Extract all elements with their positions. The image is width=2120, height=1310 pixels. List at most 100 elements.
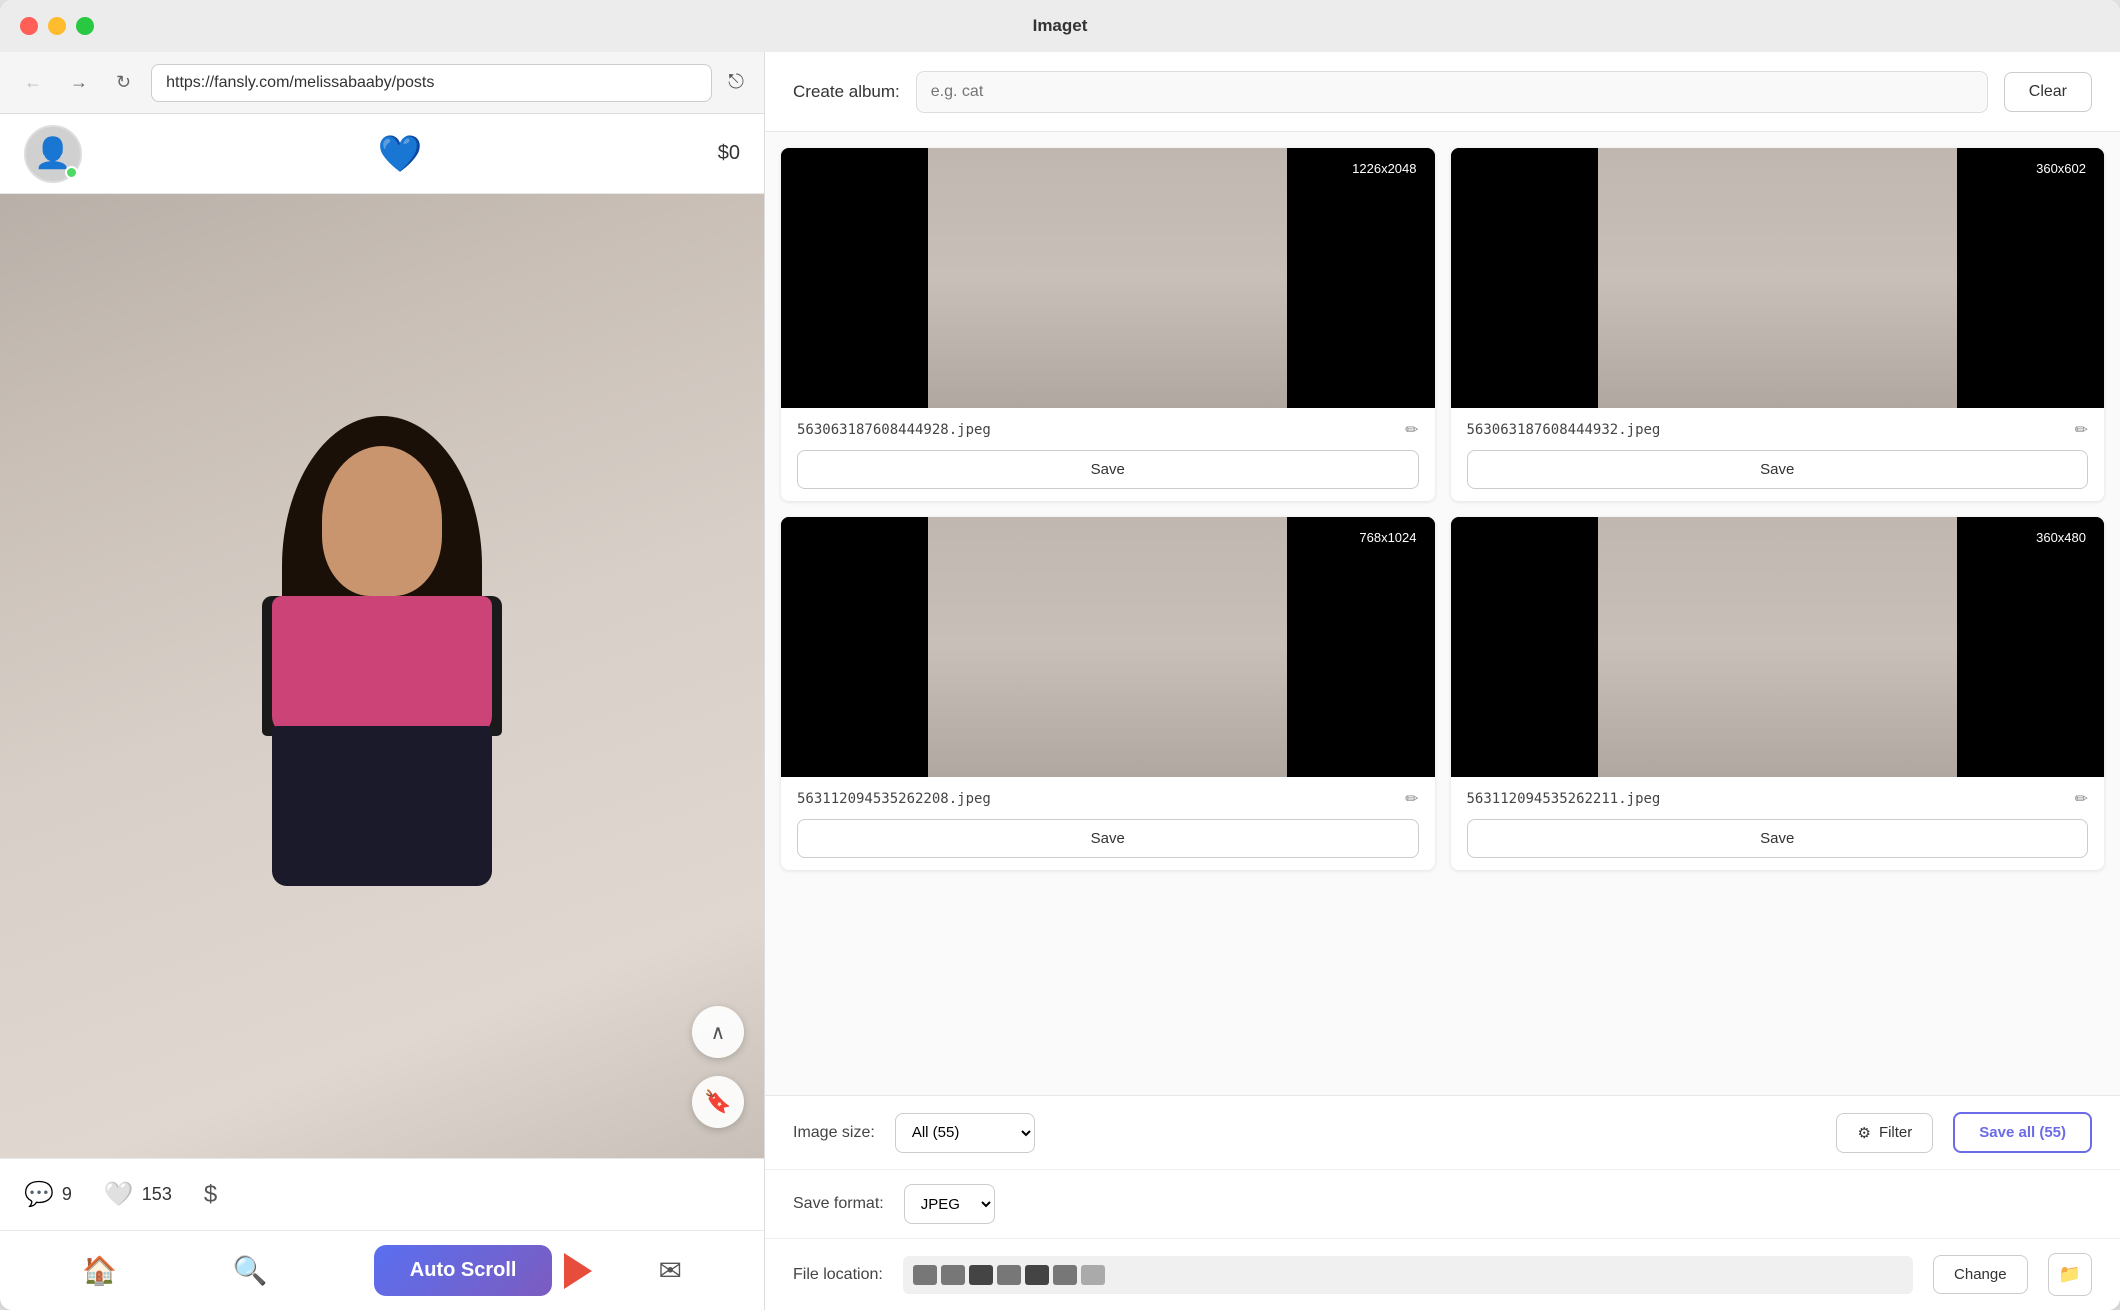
edit-icon[interactable]: ✏ [1405, 789, 1418, 809]
image-bg [781, 148, 1435, 408]
back-button[interactable]: ← [16, 68, 50, 97]
forward-button[interactable]: → [62, 68, 96, 97]
image-card-bottom: 563112094535262211.jpeg ✏ Save [1451, 777, 2105, 870]
comment-icon: 💬 [24, 1180, 54, 1209]
comments-action[interactable]: 💬 9 [24, 1180, 72, 1209]
window-title: Imaget [1033, 16, 1088, 36]
home-nav-item[interactable]: 🏠 [72, 1244, 127, 1297]
heart-icon: 🤍 [104, 1180, 134, 1209]
browser-panel: ← → ↻ ⎋ 👤 💙 $0 [0, 52, 765, 1310]
folder-button[interactable]: 📁 [2048, 1253, 2092, 1296]
top-garment [272, 596, 492, 736]
path-segment [997, 1265, 1021, 1285]
edit-icon[interactable]: ✏ [1405, 420, 1418, 440]
format-select[interactable]: JPEG PNG WEBP [904, 1184, 995, 1224]
search-nav-item[interactable]: 🔍 [223, 1244, 278, 1297]
tip-action[interactable]: $ [204, 1181, 217, 1209]
comments-count: 9 [62, 1184, 72, 1205]
footer-row-format: Save format: JPEG PNG WEBP [765, 1170, 2120, 1239]
filter-button[interactable]: ⚙ Filter [1836, 1113, 1933, 1153]
bookmark-button[interactable]: 🔖 [692, 1076, 744, 1128]
filename-row: 563112094535262211.jpeg ✏ [1467, 789, 2089, 809]
minimize-button[interactable] [48, 17, 66, 35]
image-card: 360x602 563063187608444932.jpeg ✏ Save [1451, 148, 2105, 501]
filter-icon: ⚙ [1857, 1124, 1870, 1142]
image-dims: 768x1024 [1351, 527, 1424, 548]
filename-row: 563063187608444932.jpeg ✏ [1467, 420, 2089, 440]
auto-scroll-button[interactable]: Auto Scroll [374, 1245, 553, 1296]
path-segment [969, 1265, 993, 1285]
refresh-button[interactable]: ↻ [108, 68, 139, 97]
thumb-image-2 [1598, 148, 1957, 408]
face [322, 446, 442, 596]
image-card-bottom: 563063187608444928.jpeg ✏ Save [781, 408, 1435, 501]
close-button[interactable] [20, 17, 38, 35]
browser-content: 👤 💙 $0 [0, 114, 764, 1310]
dollar-icon: $ [204, 1181, 217, 1209]
image-thumbnail: 360x602 [1451, 148, 2105, 408]
filename-row: 563063187608444928.jpeg ✏ [797, 420, 1419, 440]
image-dims: 360x602 [2028, 158, 2094, 179]
likes-action[interactable]: 🤍 153 [104, 1180, 172, 1209]
image-filename: 563112094535262208.jpeg [797, 791, 991, 807]
album-input[interactable] [916, 71, 1988, 113]
scroll-up-button[interactable]: ∧ [692, 1006, 744, 1058]
address-bar[interactable] [151, 64, 712, 102]
file-location-label: File location: [793, 1266, 883, 1284]
maximize-button[interactable] [76, 17, 94, 35]
filename-row: 563112094535262208.jpeg ✏ [797, 789, 1419, 809]
pants [272, 726, 492, 886]
image-content [1598, 517, 1957, 777]
app-window: Imaget ← → ↻ ⎋ 👤 [0, 0, 2120, 1310]
main-area: ← → ↻ ⎋ 👤 💙 $0 [0, 52, 2120, 1310]
image-bg [1451, 148, 2105, 408]
thumb-image-3 [928, 517, 1287, 777]
save-image-button-3[interactable]: Save [797, 819, 1419, 858]
thumb-image-4 [1598, 517, 1957, 777]
clear-button[interactable]: Clear [2004, 72, 2092, 112]
path-segment [941, 1265, 965, 1285]
gallery-footer: Image size: All (55) Large Medium Small … [765, 1095, 2120, 1310]
browser-toolbar: ← → ↻ ⎋ [0, 52, 764, 114]
gallery-header: Create album: Clear [765, 52, 2120, 132]
edit-icon[interactable]: ✏ [2075, 789, 2088, 809]
thumb-image-1 [928, 148, 1287, 408]
image-size-label: Image size: [793, 1124, 875, 1142]
path-segment [1053, 1265, 1077, 1285]
person-figure [192, 416, 572, 936]
image-content [928, 148, 1287, 408]
title-bar: Imaget [0, 0, 2120, 52]
image-thumbnail: 768x1024 [781, 517, 1435, 777]
main-post-image: ∧ 🔖 [0, 194, 764, 1158]
image-filename: 563112094535262211.jpeg [1467, 791, 1661, 807]
gallery-grid: 1226x2048 563063187608444928.jpeg ✏ Save [765, 132, 2120, 1095]
avatar-area: 👤 [24, 125, 82, 183]
bottom-nav: 🏠 🔍 Auto Scroll ✉ [0, 1230, 764, 1310]
edit-icon[interactable]: ✏ [2075, 420, 2088, 440]
filter-label: Filter [1879, 1124, 1912, 1141]
footer-row-size: Image size: All (55) Large Medium Small … [765, 1096, 2120, 1170]
save-all-button[interactable]: Save all (55) [1953, 1112, 2092, 1153]
save-image-button-1[interactable]: Save [797, 450, 1419, 489]
image-dims: 360x480 [2028, 527, 2094, 548]
image-filename: 563063187608444932.jpeg [1467, 422, 1661, 438]
image-filename: 563063187608444928.jpeg [797, 422, 991, 438]
image-content [928, 517, 1287, 777]
image-card: 768x1024 563112094535262208.jpeg ✏ Save [781, 517, 1435, 870]
mail-nav-item[interactable]: ✉ [648, 1244, 691, 1297]
save-image-button-2[interactable]: Save [1467, 450, 2089, 489]
feed-header: 👤 💙 $0 [0, 114, 764, 194]
gallery-panel: Create album: Clear 1226x2048 [765, 52, 2120, 1310]
image-size-select[interactable]: All (55) Large Medium Small [895, 1113, 1035, 1153]
dollar-amount: $0 [718, 142, 740, 165]
file-path-bar [903, 1256, 1913, 1294]
path-segment [1025, 1265, 1049, 1285]
save-image-button-4[interactable]: Save [1467, 819, 2089, 858]
traffic-lights [20, 17, 94, 35]
avatar-icon: 👤 [34, 136, 71, 171]
path-segment [913, 1265, 937, 1285]
image-bg [1451, 517, 2105, 777]
image-thumbnail: 360x480 [1451, 517, 2105, 777]
share-button[interactable]: ⎋ [724, 67, 748, 98]
change-button[interactable]: Change [1933, 1255, 2028, 1294]
